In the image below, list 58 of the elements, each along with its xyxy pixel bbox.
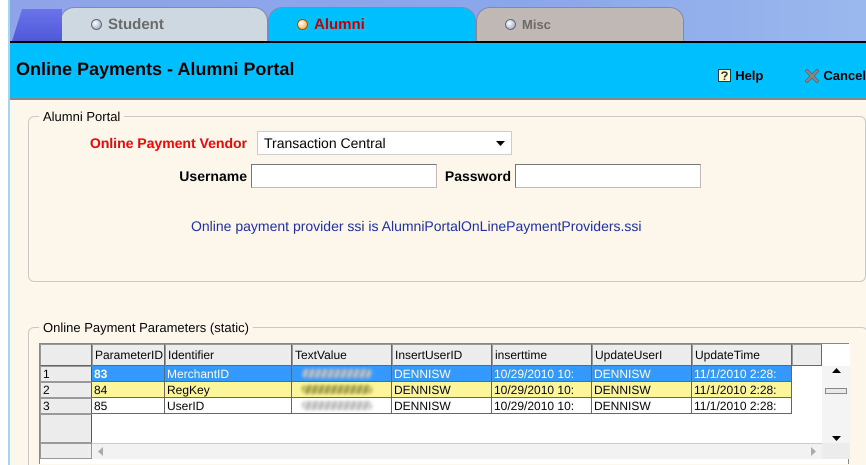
column-header[interactable]: ParameterID [92,344,165,366]
row-header[interactable]: 2 [40,382,92,398]
row-header[interactable]: 3 [40,398,92,414]
help-button[interactable]: Help [718,68,764,83]
corner-header [40,344,92,366]
radio-dot-icon [297,19,308,30]
scroll-up-icon[interactable] [832,368,840,373]
field-label: Online Payment Vendor [88,135,248,151]
page-title: Online Payments - Alumni Portal [16,59,296,80]
blurred-value-icon [302,401,372,410]
close-icon [805,68,820,82]
identifier-cell: MerchantID [165,366,292,382]
vendor-dropdown[interactable]: Transaction Central [257,131,512,155]
field-label: Username [178,168,248,184]
parameter-id-cell: 83 [92,366,165,382]
column-header[interactable]: TextValue [292,344,392,366]
identifier-cell: RegKey [165,382,292,398]
tab-decoration [12,9,62,41]
time-cell: 10/29/2010 10: [492,382,592,398]
parameter-id-cell: 85 [92,398,165,414]
scroll-thumb[interactable] [825,388,847,394]
column-header[interactable]: UpdateTime [692,344,792,366]
fieldset-legend: Online Payment Parameters (static) [39,320,253,335]
user-cell: DENNISW [592,382,692,398]
user-cell: DENNISW [592,366,692,382]
radio-dot-icon [91,19,102,30]
dropdown-caret-icon [496,140,505,146]
time-cell: 10/29/2010 10: [492,398,592,414]
radio-dot-icon [505,19,516,30]
user-cell: DENNISW [392,382,492,398]
column-header[interactable]: Identifier [165,344,292,366]
password-field[interactable] [515,164,701,188]
vertical-scrollbar[interactable] [822,366,850,443]
column-header[interactable]: InsertUserID [392,344,492,366]
user-cell: DENNISW [392,366,492,382]
identifier-cell: UserID [165,398,292,414]
column-header[interactable]: inserttime [492,344,592,366]
cancel-button[interactable]: Cancel [805,68,866,83]
time-cell: 10/29/2010 10: [492,366,592,382]
blurred-value-icon [302,385,372,394]
help-icon [718,69,732,82]
blurred-value-icon [302,369,372,378]
tab[interactable]: Student [60,7,268,41]
time-cell: 11/1/2010 2:28: [692,398,792,414]
time-cell: 11/1/2010 2:28: [692,366,792,382]
user-cell: DENNISW [392,398,492,414]
username-field[interactable] [251,164,437,188]
field-label: Password [444,168,512,184]
user-cell: DENNISW [592,398,692,414]
info-message: Online payment provider ssi is AlumniPortalOnLinePaymentProviders.ssi [191,218,643,234]
scrollbar-corner [822,443,850,459]
row-header[interactable]: 1 [40,366,92,382]
parameter-id-cell: 84 [92,382,165,398]
scroll-down-icon[interactable] [832,436,840,441]
time-cell: 11/1/2010 2:28: [692,382,792,398]
fieldset-legend: Alumni Portal [39,109,124,124]
column-header [792,344,822,366]
column-header[interactable]: UpdateUserI [592,344,692,366]
